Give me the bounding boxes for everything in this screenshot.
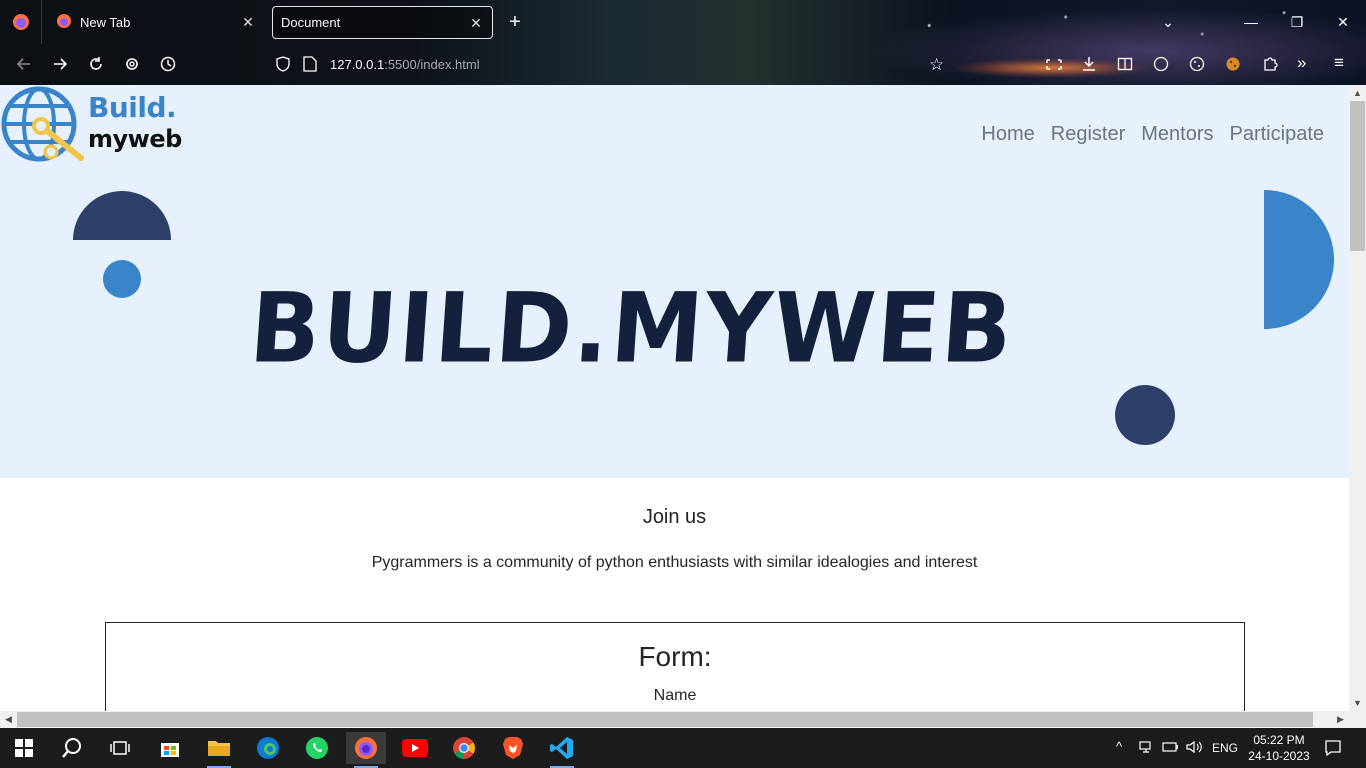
- tab-title: Document: [281, 15, 341, 30]
- logo-word-myweb: myweb: [88, 125, 182, 153]
- tab-bar: New Tab ✕ Document ✕ + ⌄ — ❐ ✕: [0, 0, 1366, 44]
- tray-overflow-chevron-icon[interactable]: ^: [1116, 739, 1122, 754]
- form-title: Form:: [638, 641, 712, 672]
- join-section: Join us Pygrammers is a community of pyt…: [0, 478, 1349, 711]
- scroll-right-arrow-icon[interactable]: ▶: [1332, 711, 1349, 728]
- horizontal-scroll-thumb[interactable]: [17, 712, 1313, 727]
- site-nav: Home Register Mentors Participate: [981, 123, 1324, 146]
- screenshot-icon[interactable]: [1045, 56, 1063, 77]
- network-icon[interactable]: [1139, 740, 1155, 759]
- name-label: Name: [653, 687, 697, 704]
- globe-wrench-logo-icon: [1, 86, 84, 162]
- task-view-icon[interactable]: [100, 732, 140, 764]
- bookmark-star-icon[interactable]: ☆: [929, 55, 944, 75]
- hero-title: BUILD.MYWEB: [246, 272, 1018, 385]
- cookie-extension-icon[interactable]: [1189, 56, 1205, 77]
- vertical-scrollbar[interactable]: ▲ ▼: [1349, 85, 1366, 711]
- overflow-chevron-icon[interactable]: »: [1297, 53, 1306, 73]
- hamburger-menu-icon[interactable]: ≡: [1334, 53, 1344, 73]
- site-header: Build. myweb Home Register Mentors Parti…: [0, 85, 1349, 181]
- horizontal-scrollbar[interactable]: ◀ ▶: [0, 711, 1349, 728]
- close-window-button[interactable]: ✕: [1330, 10, 1356, 34]
- language-indicator[interactable]: ENG: [1212, 741, 1238, 755]
- forward-button[interactable]: [48, 52, 72, 76]
- shield-icon[interactable]: [275, 56, 291, 77]
- scrollbar-corner: [1349, 711, 1366, 728]
- join-description: Pygrammers is a community of python enth…: [371, 554, 978, 571]
- scroll-down-arrow-icon[interactable]: ▼: [1349, 695, 1366, 711]
- url-host: 127.0.0.1: [330, 57, 385, 72]
- close-tab-icon[interactable]: ✕: [468, 15, 484, 31]
- reload-icon[interactable]: [84, 52, 108, 76]
- decor-half-circle: [73, 191, 171, 240]
- logo-word-build: Build.: [88, 91, 177, 124]
- url-path: :5500/index.html: [384, 57, 480, 72]
- nav-link-mentors[interactable]: Mentors: [1141, 123, 1213, 146]
- firefox-icon[interactable]: [346, 732, 386, 768]
- clock-time: 05:22 PM: [1253, 733, 1305, 747]
- minimize-button[interactable]: —: [1238, 10, 1264, 34]
- scroll-left-arrow-icon[interactable]: ◀: [0, 711, 17, 728]
- vertical-scroll-thumb[interactable]: [1350, 101, 1365, 251]
- browser-chrome: New Tab ✕ Document ✕ + ⌄ — ❐ ✕ 127.0.0.1…: [0, 0, 1366, 85]
- downloads-icon[interactable]: [1081, 56, 1097, 77]
- store-icon[interactable]: [150, 732, 190, 764]
- url-text[interactable]: 127.0.0.1:5500/index.html: [330, 57, 480, 72]
- new-tab-button[interactable]: +: [503, 10, 527, 34]
- reader-view-icon[interactable]: [1117, 56, 1133, 77]
- scroll-up-arrow-icon[interactable]: ▲: [1349, 85, 1366, 101]
- firefox-icon: [56, 13, 72, 32]
- youtube-icon[interactable]: [395, 732, 435, 764]
- file-explorer-icon[interactable]: [199, 732, 239, 768]
- edge-icon[interactable]: [248, 732, 288, 764]
- nav-link-participate[interactable]: Participate: [1230, 123, 1325, 146]
- chrome-icon[interactable]: [444, 732, 484, 764]
- site-logo[interactable]: Build. myweb: [0, 85, 200, 170]
- system-clock[interactable]: 05:22 PM 24-10-2023: [1244, 732, 1314, 764]
- account-circle-icon[interactable]: [1153, 56, 1169, 77]
- page-viewport: Build. myweb Home Register Mentors Parti…: [0, 85, 1349, 711]
- vscode-icon[interactable]: [542, 732, 582, 768]
- nav-link-register[interactable]: Register: [1051, 123, 1125, 146]
- nav-link-home[interactable]: Home: [981, 123, 1034, 146]
- tab-document[interactable]: Document ✕: [272, 6, 493, 39]
- search-icon[interactable]: [52, 732, 92, 764]
- decor-navy-dot: [1115, 385, 1175, 445]
- extensions-puzzle-icon[interactable]: [1262, 56, 1278, 77]
- firefox-menu-icon[interactable]: [0, 0, 42, 44]
- close-tab-icon[interactable]: ✕: [240, 14, 256, 30]
- decor-right-half-circle: [1264, 190, 1334, 329]
- page-icon[interactable]: [303, 56, 317, 77]
- cookie-orange-extension-icon[interactable]: [1225, 56, 1241, 77]
- clock-date: 24-10-2023: [1248, 749, 1310, 763]
- tab-new-tab[interactable]: New Tab ✕: [48, 6, 264, 39]
- registration-form: Form: Name: [105, 622, 1245, 711]
- notifications-icon[interactable]: [1324, 739, 1342, 762]
- start-icon[interactable]: [4, 732, 44, 764]
- brave-icon[interactable]: [493, 732, 533, 764]
- windows-taskbar: ^ ENG 05:22 PM 24-10-2023: [0, 728, 1366, 768]
- battery-icon[interactable]: [1162, 740, 1180, 759]
- settings-gear-icon[interactable]: [120, 52, 144, 76]
- tab-title: New Tab: [80, 15, 131, 30]
- restore-button[interactable]: ❐: [1284, 10, 1310, 34]
- history-clock-icon[interactable]: [156, 52, 180, 76]
- back-button[interactable]: [12, 52, 36, 76]
- whatsapp-icon[interactable]: [297, 732, 337, 764]
- join-title: Join us: [642, 506, 707, 528]
- volume-icon[interactable]: [1186, 740, 1202, 759]
- list-all-tabs-icon[interactable]: ⌄: [1155, 10, 1181, 34]
- hero-section: BUILD.MYWEB: [0, 181, 1349, 478]
